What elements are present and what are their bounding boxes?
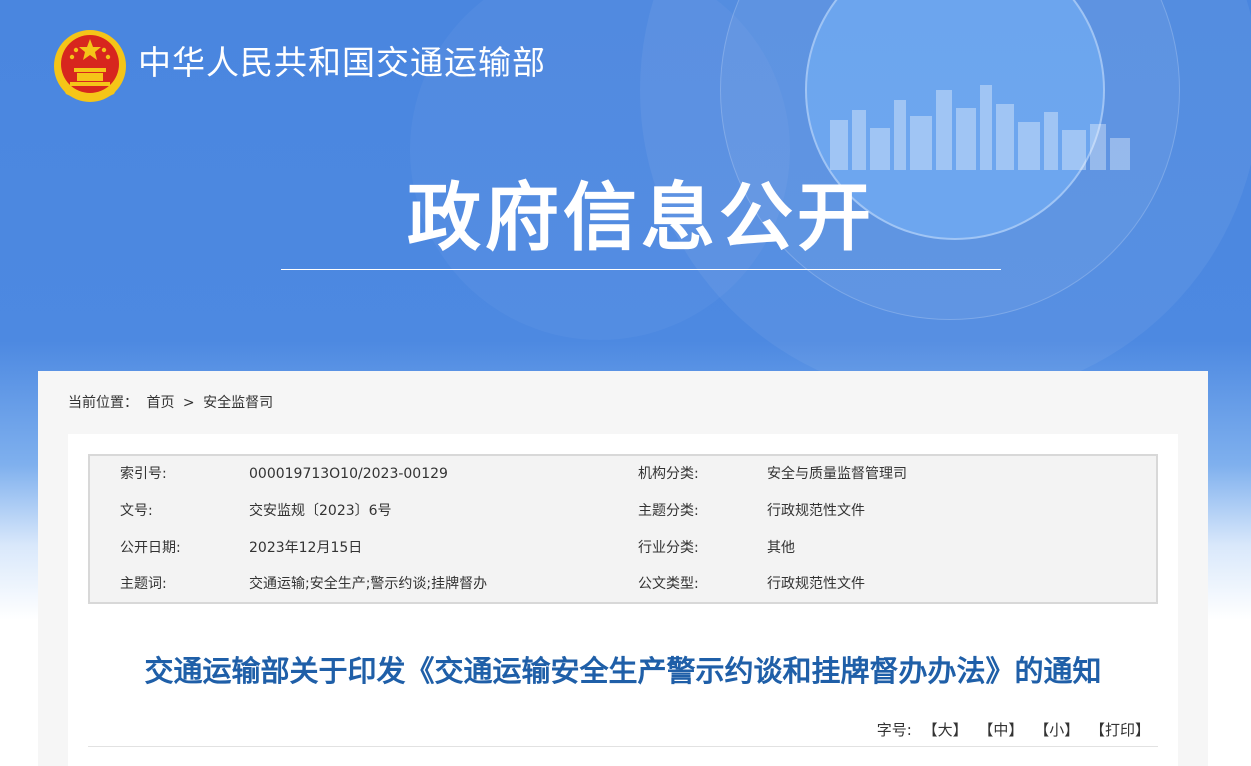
meta-value-keywords: 交通运输;安全生产;警示约谈;挂牌督办 bbox=[249, 576, 488, 592]
meta-label-topic: 主题分类: bbox=[638, 503, 699, 519]
meta-label-doctype: 公文类型: bbox=[638, 576, 699, 592]
banner-title: 政府信息公开 bbox=[407, 175, 875, 261]
document-panel: 索引号: 000019713O10/2023-00129 机构分类: 安全与质量… bbox=[68, 434, 1178, 766]
breadcrumb-home-link[interactable]: 首页 bbox=[146, 395, 174, 411]
ministry-name: 中华人民共和国交通运输部 bbox=[138, 43, 546, 82]
breadcrumb-prefix: 当前位置： bbox=[68, 395, 138, 411]
breadcrumb-current-link[interactable]: 安全监督司 bbox=[203, 395, 273, 411]
breadcrumb-separator: > bbox=[182, 395, 195, 411]
meta-label-industry: 行业分类: bbox=[638, 540, 699, 556]
font-size-large-button[interactable]: 【大】 bbox=[923, 721, 968, 739]
meta-label-org: 机构分类: bbox=[638, 466, 699, 482]
main-content: 当前位置： 首页 > 安全监督司 索引号: 000019713O10/2023-… bbox=[38, 371, 1208, 766]
meta-value-industry: 其他 bbox=[767, 540, 795, 556]
meta-value-index: 000019713O10/2023-00129 bbox=[249, 466, 448, 482]
meta-value-org: 安全与质量监督管理司 bbox=[767, 466, 907, 482]
breadcrumb: 当前位置： 首页 > 安全监督司 bbox=[68, 393, 277, 413]
national-emblem-icon bbox=[54, 30, 126, 102]
meta-label-keywords: 主题词: bbox=[120, 576, 167, 592]
document-title: 交通运输部关于印发《交通运输安全生产警示约谈和挂牌督办办法》的通知 bbox=[144, 654, 1102, 688]
print-button[interactable]: 【打印】 bbox=[1090, 721, 1150, 739]
font-size-toolbar: 字号: 【大】 【中】 【小】 【打印】 bbox=[877, 720, 1150, 740]
meta-label-index: 索引号: bbox=[120, 466, 167, 482]
city-skyline-icon bbox=[830, 85, 1130, 170]
font-size-medium-button[interactable]: 【中】 bbox=[978, 721, 1023, 739]
meta-label-docnum: 文号: bbox=[120, 503, 153, 519]
meta-value-docnum: 交安监规〔2023〕6号 bbox=[249, 503, 392, 519]
meta-value-topic: 行政规范性文件 bbox=[767, 503, 865, 519]
font-size-small-button[interactable]: 【小】 bbox=[1034, 721, 1079, 739]
meta-value-doctype: 行政规范性文件 bbox=[767, 576, 865, 592]
document-metadata-table: 索引号: 000019713O10/2023-00129 机构分类: 安全与质量… bbox=[88, 454, 1158, 604]
font-size-label: 字号: bbox=[876, 721, 912, 739]
banner-divider bbox=[281, 269, 1001, 270]
meta-label-date: 公开日期: bbox=[120, 540, 181, 556]
content-divider bbox=[88, 746, 1158, 747]
meta-value-date: 2023年12月15日 bbox=[249, 540, 363, 556]
